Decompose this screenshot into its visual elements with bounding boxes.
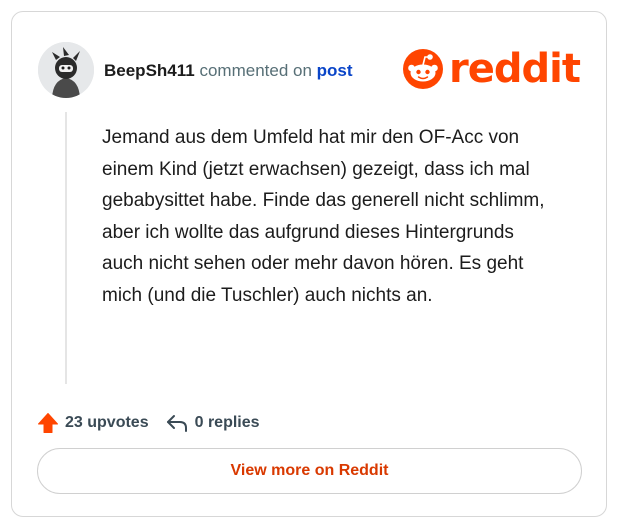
comment-byline: BeepSh411 commented on post — [104, 61, 353, 81]
reddit-wordmark: reddit — [449, 46, 581, 92]
post-link[interactable]: post — [317, 61, 353, 80]
upvote-count[interactable]: 23 upvotes — [37, 412, 149, 434]
upvote-label: 23 upvotes — [65, 414, 149, 431]
reply-arrow-icon — [166, 415, 187, 432]
thread-line[interactable] — [65, 112, 67, 384]
comment-stats: 23 upvotes 0 replies — [37, 411, 260, 435]
comment-body: Jemand aus dem Umfeld hat mir den OF-Acc… — [102, 127, 545, 306]
comment-author[interactable]: BeepSh411 — [104, 61, 195, 80]
reply-count[interactable]: 0 replies — [165, 412, 260, 434]
user-avatar[interactable] — [38, 42, 94, 98]
reddit-snoo-icon — [403, 49, 444, 89]
comment-embed-card: BeepSh411 commented on post reddit Jeman… — [11, 11, 607, 517]
reply-label: 0 replies — [194, 414, 260, 431]
view-more-button[interactable]: View more on Reddit — [37, 448, 582, 494]
avatar-illustration-icon — [38, 42, 94, 98]
comment-header: BeepSh411 commented on post reddit — [38, 42, 581, 98]
upvote-arrow-icon — [38, 413, 58, 433]
reddit-logo[interactable]: reddit — [403, 44, 581, 94]
commented-on-text: commented on — [199, 61, 312, 80]
